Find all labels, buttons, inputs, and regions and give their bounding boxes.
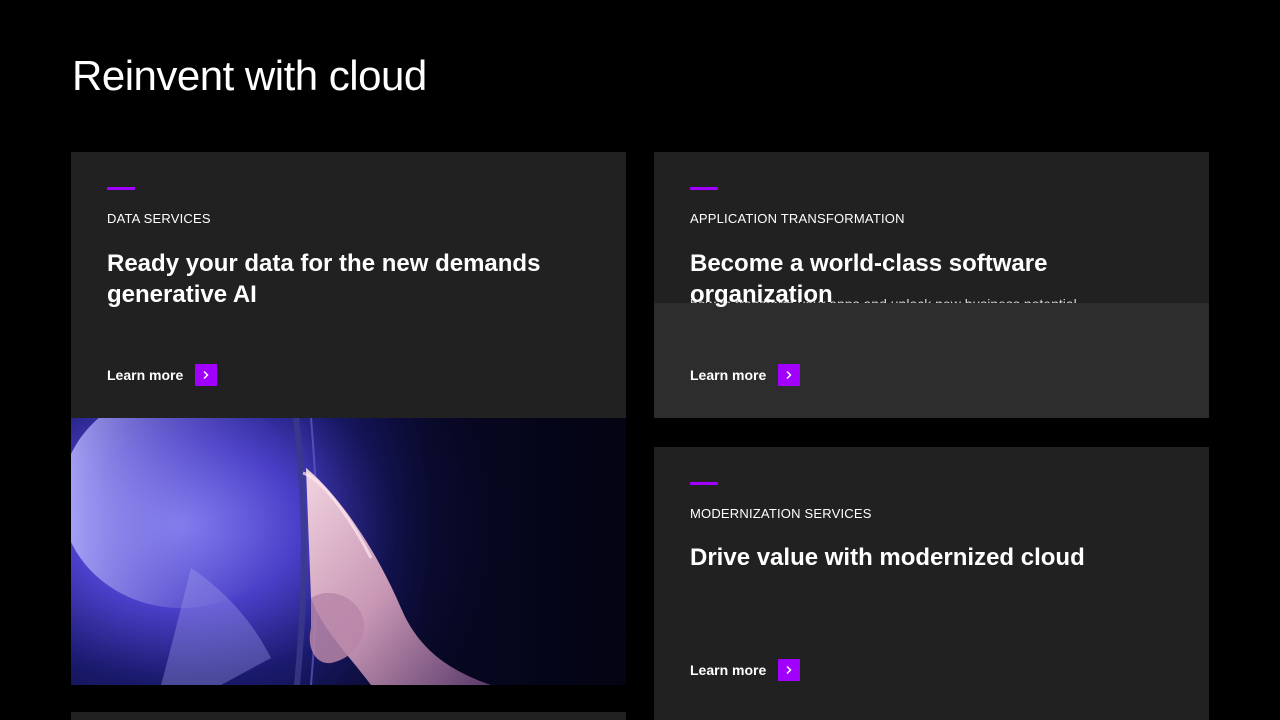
learn-more-link[interactable]: Learn more	[690, 659, 801, 681]
hand-touching-screen-image	[71, 418, 626, 685]
accent-bar	[690, 482, 718, 485]
page-title: Reinvent with cloud	[72, 52, 427, 99]
learn-more-label: Learn more	[690, 367, 767, 383]
card-headline: Ready your data for the new demands gene…	[107, 250, 541, 308]
chevron-right-icon[interactable]	[778, 659, 801, 681]
chevron-right-icon[interactable]	[195, 364, 218, 386]
learn-more-label: Learn more	[107, 367, 184, 383]
learn-more-link[interactable]: Learn more	[690, 364, 801, 386]
card-partial[interactable]	[71, 712, 626, 720]
card-data-services[interactable]: DATA SERVICES Ready your data for the ne…	[71, 152, 626, 418]
card-application-transformation[interactable]: how to transform your apps and unlock ne…	[654, 152, 1209, 418]
card-eyebrow: DATA SERVICES	[107, 211, 211, 226]
card-description-panel	[654, 303, 1209, 418]
learn-more-link[interactable]: Learn more	[107, 364, 218, 386]
accent-bar	[690, 187, 718, 190]
learn-more-label: Learn more	[690, 662, 767, 678]
card-headline: Become a world-class software organizati…	[690, 250, 1048, 308]
card-eyebrow: APPLICATION TRANSFORMATION	[690, 211, 905, 226]
card-headline: Drive value with modernized cloud	[690, 544, 1085, 571]
cloud-section: Reinvent with cloud DATA SERVICES Ready …	[0, 0, 1280, 720]
card-eyebrow: MODERNIZATION SERVICES	[690, 506, 872, 521]
accent-bar	[107, 187, 135, 190]
chevron-right-icon[interactable]	[778, 364, 801, 386]
card-modernization-services[interactable]: MODERNIZATION SERVICES Drive value with …	[654, 447, 1209, 720]
